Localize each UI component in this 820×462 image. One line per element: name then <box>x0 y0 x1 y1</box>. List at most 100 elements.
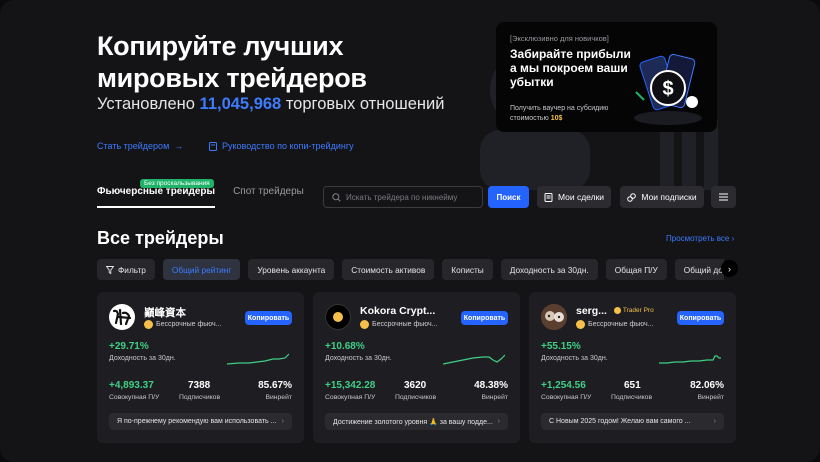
trader-message[interactable]: С Новым 2025 годом! Желаю вам самого ...… <box>541 413 724 430</box>
filter-bar: Фильтр Общий рейтинг Уровень аккаунта Ст… <box>97 259 724 280</box>
trader-message[interactable]: Достижение золотого уровня 🙏 за вашу под… <box>325 413 508 430</box>
subscribers-value: 3620 <box>404 380 427 391</box>
copy-trading-guide-label: Руководство по копи-трейдингу <box>222 141 354 151</box>
my-deals-label: Мои сделки <box>557 192 605 202</box>
menu-button[interactable] <box>711 186 736 208</box>
filter-chip-total-pnl[interactable]: Общая П/У <box>605 259 667 280</box>
message-text: Достижение золотого уровня 🙏 за вашу под… <box>333 418 493 426</box>
performance-sparkline <box>443 354 505 365</box>
filter-chip-account-level[interactable]: Уровень аккаунта <box>248 259 335 280</box>
tab-futures-traders[interactable]: Фьючерсные трейдеры <box>97 186 216 208</box>
filter-chip-overall-rating[interactable]: Общий рейтинг <box>162 259 241 280</box>
trader-subtitle: Бессрочные фьюч... <box>576 320 654 329</box>
svg-text:$: $ <box>662 78 673 100</box>
total-pnl-value: +15,342.28 <box>325 380 376 391</box>
promo-banner[interactable]: [Эксклюзивно для новичков] Забирайте при… <box>496 22 717 132</box>
avatar <box>541 304 567 330</box>
hero-subtitle: Установлено 11,045,968 торговых отношени… <box>97 95 444 114</box>
my-subscriptions-button[interactable]: Мои подписки <box>620 186 704 208</box>
copy-trading-guide-link[interactable]: Руководство по копи-трейдингу <box>209 141 354 151</box>
avatar <box>325 304 351 330</box>
trader-card[interactable]: 巓峰資本 Бессрочные фьюч... Копировать +29.7… <box>97 292 304 443</box>
winrate-value: 82.06% <box>690 380 724 391</box>
subscribers-label: Подписчиков <box>179 394 221 401</box>
winrate-label: Винрейт <box>697 394 724 401</box>
winrate-label: Винрейт <box>265 394 292 401</box>
trader-search-field[interactable]: Искать трейдера по никнейму <box>323 186 483 208</box>
character-avatar-icon <box>541 304 567 330</box>
copy-button[interactable]: Копировать <box>677 311 724 325</box>
medal-icon <box>360 320 369 329</box>
return-30d-value: +55.15% <box>541 341 581 352</box>
filters-scroll-right-button[interactable]: › <box>721 260 738 277</box>
subscribers-label: Подписчиков <box>611 394 653 401</box>
hero-title: Копируйте лучших мировых трейдеров <box>97 31 367 93</box>
hero-sub-suffix: торговых отношений <box>285 95 445 113</box>
hamburger-menu-icon <box>719 193 728 201</box>
winrate-value: 85.67% <box>258 380 292 391</box>
document-icon <box>544 192 553 202</box>
performance-sparkline <box>659 355 721 364</box>
chevron-right-icon: › <box>281 418 284 425</box>
hero-sub-prefix: Установлено <box>97 95 195 113</box>
trader-subtitle-text: Бессрочные фьюч... <box>156 321 222 328</box>
message-text: Я по-прежнему рекомендую вам использоват… <box>117 418 277 425</box>
copy-button[interactable]: Копировать <box>461 311 508 325</box>
winrate-label: Винрейт <box>481 394 508 401</box>
message-text: С Новым 2025 годом! Желаю вам самого ... <box>549 418 691 425</box>
filter-chip-30d-return[interactable]: Доходность за 30дн. <box>500 259 598 280</box>
filter-chip-total-income[interactable]: Общий доход <box>674 259 724 280</box>
tab-spot-traders[interactable]: Спот трейдеры <box>233 186 304 208</box>
become-trader-label: Стать трейдером <box>97 141 170 151</box>
app-frame: Копируйте лучших мировых трейдеров Устан… <box>0 0 820 462</box>
all-traders-title: Все трейдеры <box>97 228 224 248</box>
trader-name: 巓峰資本 <box>144 307 186 319</box>
promo-description: Получить ваучер на субсидию стоимостью 1… <box>510 104 620 124</box>
total-pnl-label: Совокупная П/У <box>109 394 160 401</box>
filter-label: Фильтр <box>118 264 146 275</box>
winrate-value: 48.38% <box>474 380 508 391</box>
my-deals-button[interactable]: Мои сделки <box>537 186 611 208</box>
coin-logo-icon <box>333 312 343 322</box>
return-30d-value: +10.68% <box>325 341 365 352</box>
trader-subtitle: Бессрочные фьюч... <box>360 320 438 329</box>
chevron-right-icon: › <box>728 263 731 274</box>
trader-name: serg... Trader Pro <box>576 305 654 317</box>
copy-button[interactable]: Копировать <box>245 311 292 325</box>
search-icon <box>332 192 341 202</box>
trader-card[interactable]: Kokora Crypt... Бессрочные фьюч... Копир… <box>313 292 520 443</box>
subscribers-value: 651 <box>624 380 641 391</box>
return-30d-label: Доходность за 30дн. <box>109 355 176 362</box>
total-pnl-label: Совокупная П/У <box>541 394 592 401</box>
filter-chip-asset-value[interactable]: Стоимость активов <box>342 259 435 280</box>
trader-pro-badge: Trader Pro <box>613 307 654 314</box>
trader-message[interactable]: Я по-прежнему рекомендую вам использоват… <box>109 413 292 430</box>
trader-pro-label: Trader Pro <box>622 307 654 314</box>
funnel-icon <box>106 265 114 274</box>
medal-icon <box>144 320 153 329</box>
hero-count: 11,045,968 <box>199 95 282 113</box>
become-trader-link[interactable]: Стать трейдером → <box>97 141 183 151</box>
chevron-right-icon: › <box>497 418 500 425</box>
arrow-right-icon: → <box>174 141 184 151</box>
filter-chip-copiers[interactable]: Кописты <box>442 259 493 280</box>
total-pnl-label: Совокупная П/У <box>325 394 376 401</box>
promo-title: Забирайте прибыли а мы покроем ваши убыт… <box>510 47 631 89</box>
promo-tag: [Эксклюзивно для новичков] <box>510 34 609 43</box>
performance-sparkline <box>227 353 289 365</box>
return-30d-value: +29.71% <box>109 341 149 352</box>
trader-card[interactable]: serg... Trader Pro Бессрочные фьюч... Ко… <box>529 292 736 443</box>
total-pnl-value: +4,893.37 <box>109 380 154 391</box>
return-30d-label: Доходность за 30дн. <box>541 355 608 362</box>
no-slippage-badge: Без проскальзывания <box>140 179 214 188</box>
search-button[interactable]: Поиск <box>488 186 529 208</box>
view-all-link[interactable]: Просмотреть все › <box>666 234 734 243</box>
filter-chip-filter[interactable]: Фильтр <box>97 259 155 280</box>
book-icon <box>209 141 217 151</box>
chevron-right-icon: › <box>731 234 735 243</box>
return-30d-label: Доходность за 30дн. <box>325 355 392 362</box>
trader-subtitle: Бессрочные фьюч... <box>144 320 222 329</box>
subscribers-label: Подписчиков <box>395 394 437 401</box>
total-pnl-value: +1,254.56 <box>541 380 586 391</box>
view-all-label: Просмотреть все <box>666 234 730 243</box>
